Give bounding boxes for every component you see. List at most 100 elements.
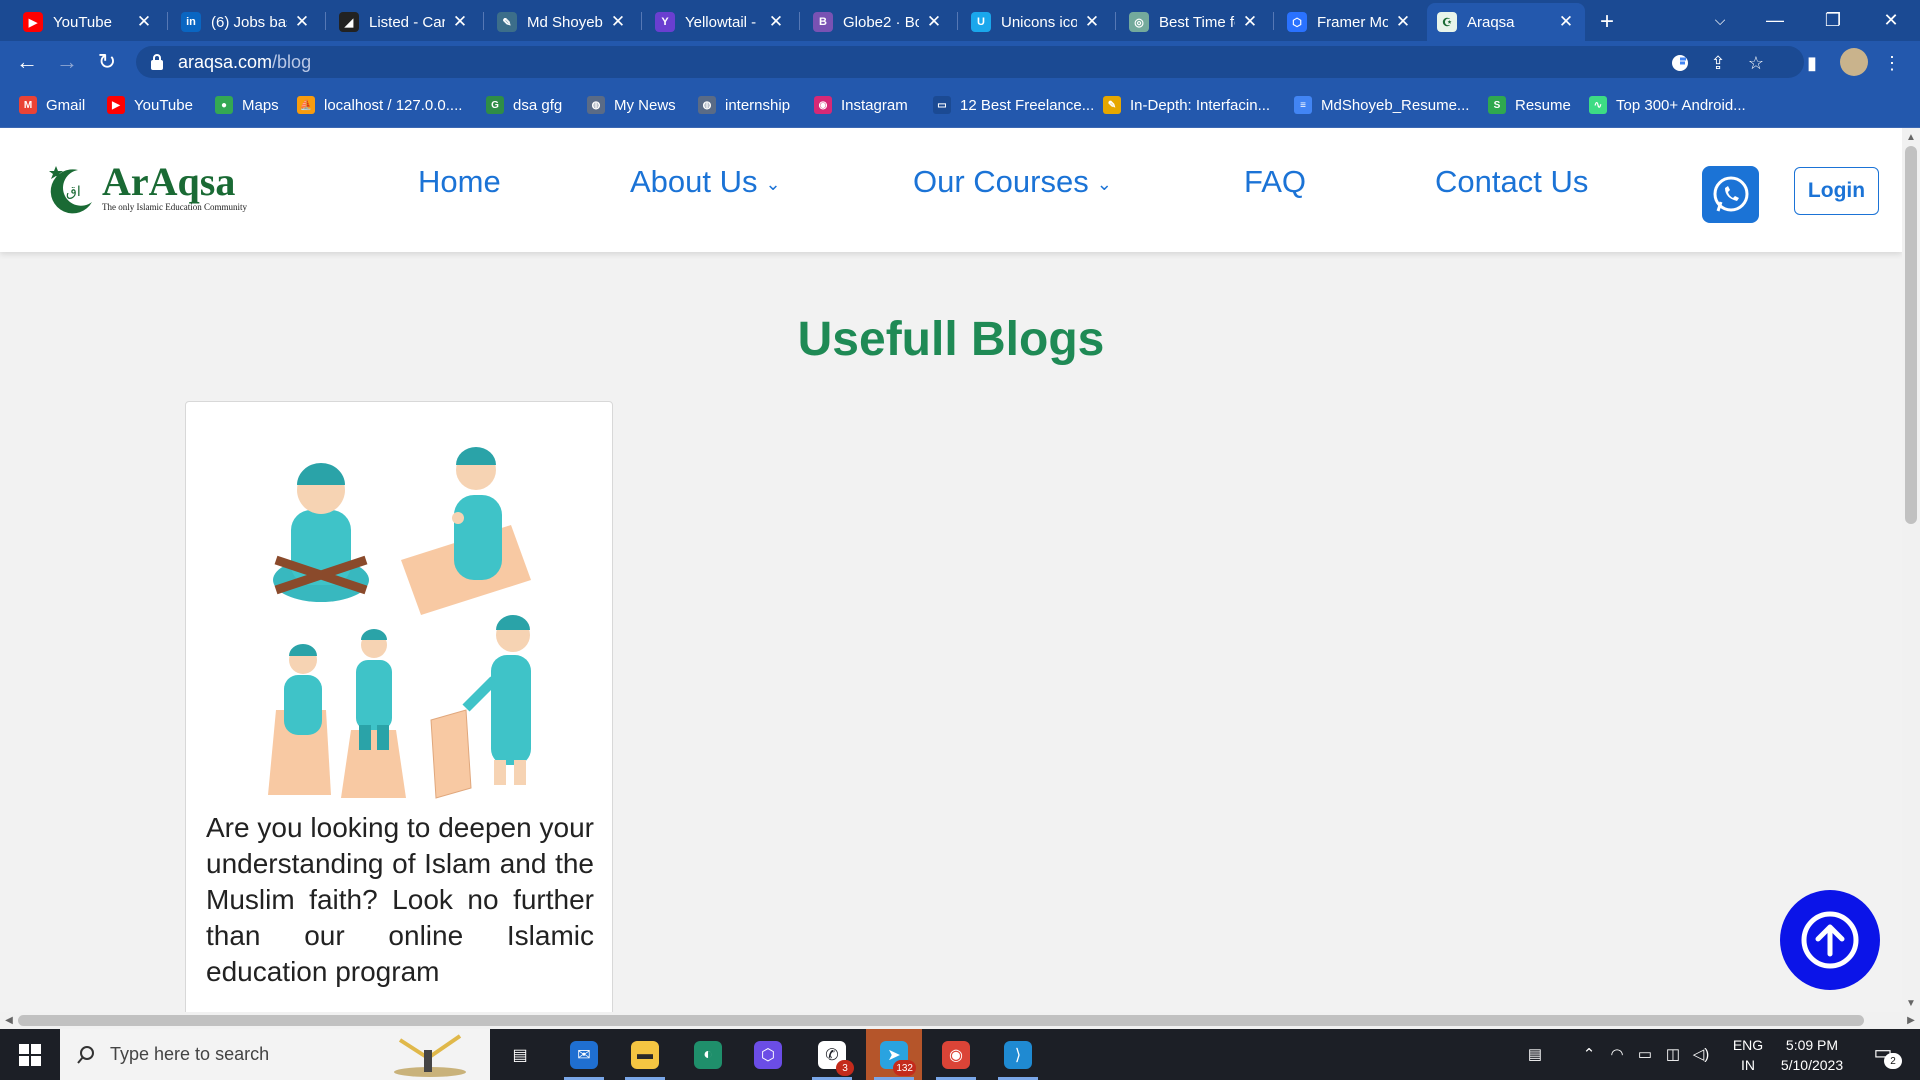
taskbar-app[interactable]: ✆ 3 xyxy=(804,1029,860,1080)
bookmark-label: In-Depth: Interfacin... xyxy=(1130,96,1271,114)
battery-icon[interactable]: ▭ xyxy=(1634,1043,1656,1065)
nav-faq[interactable]: FAQ xyxy=(1244,164,1306,200)
whatsapp-button[interactable] xyxy=(1702,166,1759,223)
taskbar-app[interactable]: ⟩ xyxy=(990,1029,1046,1080)
meet-now-icon[interactable]: ◫ xyxy=(1662,1043,1684,1065)
araqsa-icon: ☪ xyxy=(1437,12,1457,32)
bookmark-item[interactable]: ∿ Top 300+ Android... xyxy=(1589,94,1746,116)
bookmark-item[interactable]: ▶ YouTube xyxy=(107,94,193,116)
star-icon[interactable]: ☆ xyxy=(1744,51,1768,75)
windows-start-button[interactable] xyxy=(0,1029,60,1080)
wifi-icon[interactable]: ◠ xyxy=(1606,1043,1628,1065)
browser-tab[interactable]: B Globe2 · Bo ✕ xyxy=(803,3,953,41)
taskbar-app[interactable]: ▬ xyxy=(617,1029,673,1080)
browser-tab[interactable]: U Unicons ico ✕ xyxy=(961,3,1111,41)
horizontal-scrollbar[interactable]: ◀ ▶ xyxy=(0,1012,1920,1029)
taskbar-app[interactable]: ✉ xyxy=(556,1029,612,1080)
restore-icon[interactable]: ❐ xyxy=(1808,0,1858,41)
browser-tab[interactable]: ✎ Md Shoyeb ✕ xyxy=(487,3,637,41)
bookmark-label: Top 300+ Android... xyxy=(1616,96,1746,114)
bookmark-item[interactable]: ▭ 12 Best Freelance... xyxy=(933,94,1094,116)
site-logo[interactable]: اق ArAqsa The only Islamic Education Com… xyxy=(44,159,284,220)
nav-home[interactable]: Home xyxy=(418,164,501,200)
taskbar-search-box[interactable]: Type here to search xyxy=(60,1029,490,1080)
taskbar-app[interactable]: ◉ xyxy=(928,1029,984,1080)
horizontal-scroll-thumb[interactable] xyxy=(18,1015,1864,1026)
nav-about-us[interactable]: About Us ⌄ xyxy=(630,164,781,200)
scroll-left-arrow-icon[interactable]: ◀ xyxy=(0,1012,18,1029)
instagram-icon: ◉ xyxy=(814,96,832,114)
bootstrap-icon: B xyxy=(813,12,833,32)
blog-card[interactable]: Are you looking to deepen your understan… xyxy=(185,401,613,1012)
new-tab-button[interactable]: + xyxy=(1590,3,1630,41)
bookmark-item[interactable]: ✎ In-Depth: Interfacin... xyxy=(1103,94,1270,116)
clock[interactable]: 5:09 PM 5/10/2023 xyxy=(1772,1035,1852,1075)
language-indicator[interactable]: ENG IN xyxy=(1728,1035,1768,1075)
scroll-to-top-button[interactable] xyxy=(1780,890,1880,990)
browser-tab[interactable]: ◢ Listed - Car ✕ xyxy=(329,3,479,41)
browser-tab[interactable]: ◎ Best Time fo ✕ xyxy=(1119,3,1269,41)
tab-title: Araqsa xyxy=(1467,13,1515,31)
scroll-up-arrow-icon[interactable]: ▲ xyxy=(1902,128,1920,146)
google-lens-icon[interactable] xyxy=(1668,51,1692,75)
bookmark-label: Gmail xyxy=(46,96,86,114)
side-panel-icon[interactable]: ▮ xyxy=(1800,51,1824,75)
nav-faq-label: FAQ xyxy=(1244,164,1307,199)
bookmark-item[interactable]: Gdsa gfg xyxy=(486,94,562,116)
close-tab-icon[interactable]: ✕ xyxy=(925,12,943,32)
browser-tab[interactable]: ☪ Araqsa ✕ xyxy=(1427,3,1585,41)
show-hidden-icons-icon[interactable]: ⌃ xyxy=(1578,1043,1600,1065)
forward-arrow-icon[interactable]: → xyxy=(51,47,83,77)
browser-tab[interactable]: Y Yellowtail - ✕ xyxy=(645,3,795,41)
taskbar-app[interactable]: ◐ xyxy=(680,1029,736,1080)
bookmark-item[interactable]: ● Maps xyxy=(215,94,279,116)
volume-icon[interactable]: ◁) xyxy=(1690,1043,1712,1065)
close-tab-icon[interactable]: ✕ xyxy=(1557,12,1575,32)
notifications-icon[interactable]: ▭ 2 xyxy=(1868,1041,1902,1069)
nav-home-label: Home xyxy=(418,164,501,199)
bookmark-item[interactable]: M Gmail xyxy=(19,94,85,116)
vertical-scrollbar[interactable]: ▲ ▼ xyxy=(1902,128,1920,1012)
close-tab-icon[interactable]: ✕ xyxy=(451,12,469,32)
tab-search-icon[interactable]: ⌵ xyxy=(1695,0,1745,41)
close-tab-icon[interactable]: ✕ xyxy=(767,12,785,32)
close-window-icon[interactable]: ✕ xyxy=(1866,0,1916,41)
taskbar-app[interactable]: ➤ 132 xyxy=(866,1029,922,1080)
browser-tab[interactable]: ⬡ Framer Mo ✕ xyxy=(1277,3,1422,41)
close-tab-icon[interactable]: ✕ xyxy=(1394,12,1412,32)
bookmark-item[interactable]: ◉ Instagram xyxy=(814,94,908,116)
close-tab-icon[interactable]: ✕ xyxy=(135,12,153,32)
close-tab-icon[interactable]: ✕ xyxy=(1241,12,1259,32)
scroll-down-arrow-icon[interactable]: ▼ xyxy=(1902,994,1920,1012)
scroll-right-arrow-icon[interactable]: ▶ xyxy=(1902,1012,1920,1029)
browser-tab[interactable]: in (6) Jobs bas ✕ xyxy=(171,3,321,41)
taskbar-app[interactable]: ⬡ xyxy=(740,1029,796,1080)
taskbar-app[interactable]: ▤ xyxy=(492,1029,548,1080)
share-icon[interactable]: ⇪ xyxy=(1706,51,1730,75)
bookmark-item[interactable]: ⛵ localhost / 127.0.0.... xyxy=(297,94,462,116)
nav-our-courses[interactable]: Our Courses ⌄ xyxy=(913,164,1112,200)
nav-contact-us[interactable]: Contact Us xyxy=(1435,164,1588,200)
chrome-icon: ◉ xyxy=(942,1040,970,1069)
address-bar[interactable]: araqsa.com/blog ⇪ ☆ xyxy=(136,46,1804,78)
news-widget-icon[interactable]: ▤ xyxy=(1518,1043,1552,1065)
bookmark-label: internship xyxy=(725,96,791,114)
profile-avatar[interactable] xyxy=(1840,48,1868,76)
browser-tab[interactable]: ▶ YouTube ✕ xyxy=(13,3,163,41)
back-arrow-icon[interactable]: ← xyxy=(11,47,43,77)
close-tab-icon[interactable]: ✕ xyxy=(1083,12,1101,32)
close-tab-icon[interactable]: ✕ xyxy=(609,12,627,32)
more-menu-icon[interactable]: ⋮ xyxy=(1880,51,1904,75)
language-code: ENG xyxy=(1732,1037,1764,1053)
tab-separator xyxy=(1273,12,1274,30)
bookmark-item[interactable]: ≡ MdShoyeb_Resume... xyxy=(1294,94,1469,116)
login-button[interactable]: Login xyxy=(1794,167,1879,215)
close-tab-icon[interactable]: ✕ xyxy=(293,12,311,32)
vertical-scroll-thumb[interactable] xyxy=(1905,146,1917,524)
bookmark-item[interactable]: ◍ My News xyxy=(587,94,676,116)
bookmark-item[interactable]: ◍ internship xyxy=(698,94,790,116)
bookmark-item[interactable]: S Resume xyxy=(1488,94,1571,116)
minimize-icon[interactable]: — xyxy=(1750,0,1800,41)
tab-title: Listed - Car xyxy=(369,13,445,31)
reload-icon[interactable]: ↻ xyxy=(91,47,123,77)
